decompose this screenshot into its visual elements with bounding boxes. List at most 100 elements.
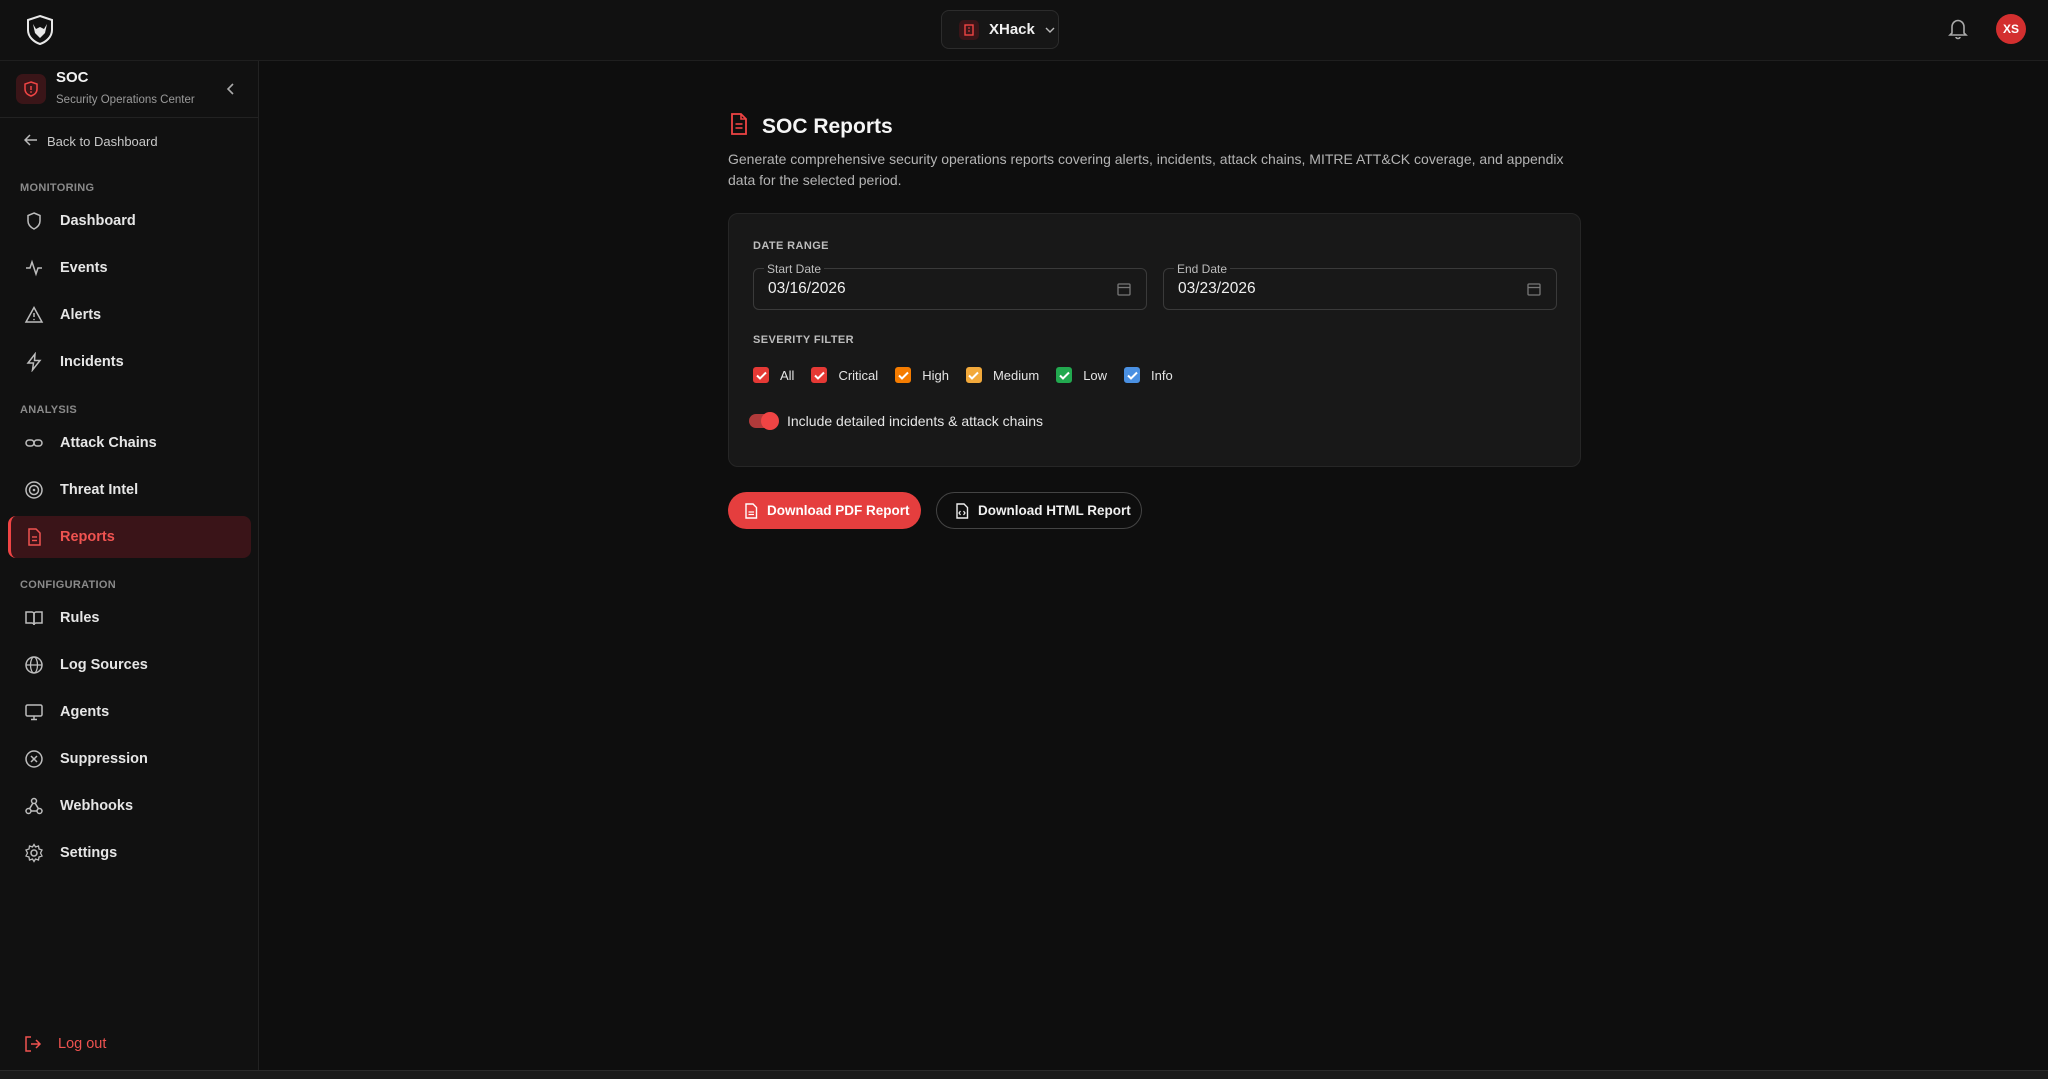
sidebar-item-label: Incidents bbox=[60, 354, 124, 370]
tenant-selector[interactable]: XHack bbox=[941, 10, 1059, 49]
sidebar-item-suppression[interactable]: Suppression bbox=[8, 738, 251, 780]
warning-triangle-icon bbox=[24, 305, 44, 323]
target-icon bbox=[25, 481, 43, 499]
chevron-left-icon[interactable] bbox=[222, 80, 240, 98]
sidebar-item-webhooks[interactable]: Webhooks bbox=[8, 785, 251, 827]
bell-icon[interactable] bbox=[1947, 17, 1969, 41]
severity-checkbox-low[interactable]: Low bbox=[1056, 367, 1107, 383]
back-to-dashboard-link[interactable]: Back to Dashboard bbox=[23, 134, 158, 149]
sidebar-item-label: Suppression bbox=[60, 751, 148, 767]
severity-checkbox-medium[interactable]: Medium bbox=[965, 367, 1040, 383]
building-icon bbox=[959, 19, 979, 40]
sidebar-item-label: Webhooks bbox=[60, 798, 134, 814]
webhook-icon bbox=[25, 797, 43, 815]
toggle-knob bbox=[761, 412, 779, 430]
lightning-icon bbox=[26, 352, 42, 372]
checkmark-icon[interactable] bbox=[811, 367, 828, 383]
start-date-field[interactable]: Start Date 03/16/2026 bbox=[753, 262, 1147, 310]
severity-label: All bbox=[780, 367, 795, 383]
severity-label: High bbox=[922, 367, 949, 383]
start-date-label: Start Date bbox=[764, 262, 825, 276]
severity-checkbox-all[interactable]: All bbox=[753, 367, 794, 383]
download-pdf-label: Download PDF Report bbox=[767, 503, 910, 518]
sidebar-item-label: Alerts bbox=[60, 307, 102, 323]
severity-label: Critical bbox=[838, 367, 879, 383]
activity-icon bbox=[26, 259, 42, 277]
file-code-icon bbox=[956, 502, 969, 519]
shield-alert-icon bbox=[16, 74, 46, 104]
sidebar-item-rules[interactable]: Rules bbox=[8, 597, 251, 639]
logout-icon bbox=[25, 1036, 42, 1052]
sidebar-header: SOC Security Operations Center bbox=[0, 61, 258, 118]
wolf-shield-logo-icon[interactable] bbox=[24, 14, 56, 46]
toggle-switch[interactable] bbox=[749, 412, 779, 430]
calendar-icon[interactable] bbox=[1116, 281, 1132, 297]
sidebar-item-label: Events bbox=[60, 260, 108, 276]
sidebar-item-log-sources[interactable]: Log Sources bbox=[8, 644, 251, 686]
severity-checkbox-high[interactable]: High bbox=[895, 367, 949, 383]
severity-checkbox-critical[interactable]: Critical bbox=[811, 367, 878, 383]
checkmark-icon[interactable] bbox=[895, 367, 912, 383]
severity-filter-group: All Critical High Medium Low Info bbox=[753, 367, 1190, 383]
sidebar-item-threat-intel[interactable]: Threat Intel bbox=[8, 469, 251, 511]
sidebar-item-label: Dashboard bbox=[60, 213, 136, 229]
toggle-label: Include detailed incidents & attack chai… bbox=[787, 413, 1044, 429]
checkmark-icon[interactable] bbox=[1056, 367, 1073, 383]
chevron-down-icon bbox=[1045, 21, 1055, 39]
download-html-button[interactable]: Download HTML Report bbox=[936, 492, 1142, 529]
checkmark-icon[interactable] bbox=[753, 367, 769, 383]
logout-button[interactable]: Log out bbox=[24, 1035, 106, 1053]
sidebar-item-agents[interactable]: Agents bbox=[8, 691, 251, 733]
checkmark-icon[interactable] bbox=[1124, 367, 1141, 383]
sidebar-item-alerts[interactable]: Alerts bbox=[8, 294, 251, 336]
sidebar-app-subtitle: Security Operations Center bbox=[56, 94, 195, 106]
page-title: SOC Reports bbox=[762, 114, 893, 138]
end-date-value: 03/23/2026 bbox=[1178, 280, 1256, 297]
severity-checkbox-info[interactable]: Info bbox=[1124, 367, 1173, 383]
download-html-label: Download HTML Report bbox=[978, 503, 1131, 518]
file-pdf-icon bbox=[745, 502, 758, 519]
globe-icon bbox=[25, 656, 43, 674]
checkmark-icon[interactable] bbox=[965, 367, 982, 383]
gear-icon bbox=[25, 843, 43, 863]
calendar-icon[interactable] bbox=[1526, 281, 1542, 297]
severity-label: Medium bbox=[992, 367, 1040, 383]
section-label-configuration: CONFIGURATION bbox=[20, 579, 116, 591]
sidebar-item-settings[interactable]: Settings bbox=[8, 832, 251, 874]
sidebar-item-dashboard[interactable]: Dashboard bbox=[8, 200, 251, 242]
sidebar-item-label: Threat Intel bbox=[60, 482, 139, 498]
sidebar: SOC Security Operations Center Back to D… bbox=[0, 61, 259, 1070]
sidebar-item-events[interactable]: Events bbox=[8, 247, 251, 289]
section-label-analysis: ANALYSIS bbox=[20, 404, 78, 416]
file-text-icon bbox=[728, 112, 750, 141]
sidebar-item-reports[interactable]: Reports bbox=[8, 516, 251, 558]
sidebar-item-incidents[interactable]: Incidents bbox=[8, 341, 251, 383]
sidebar-item-label: Reports bbox=[60, 529, 115, 545]
sidebar-item-label: Agents bbox=[60, 704, 110, 720]
monitor-icon bbox=[25, 704, 43, 721]
top-bar: XHack XS bbox=[0, 0, 2048, 61]
sidebar-item-label: Log Sources bbox=[60, 657, 148, 673]
x-circle-icon bbox=[25, 750, 43, 768]
date-range-label: DATE RANGE bbox=[753, 240, 829, 252]
start-date-value: 03/16/2026 bbox=[768, 280, 846, 297]
page-description: Generate comprehensive security operatio… bbox=[728, 151, 1564, 188]
avatar[interactable]: XS bbox=[1996, 14, 2026, 44]
sidebar-app-title: SOC bbox=[56, 69, 89, 86]
page-header: SOC Reports bbox=[728, 112, 893, 141]
sidebar-item-label: Settings bbox=[60, 845, 118, 861]
sidebar-item-label: Rules bbox=[60, 610, 100, 626]
sidebar-item-attack-chains[interactable]: Attack Chains bbox=[8, 422, 251, 464]
severity-label: Low bbox=[1083, 367, 1108, 383]
end-date-field[interactable]: End Date 03/23/2026 bbox=[1163, 262, 1557, 310]
include-details-toggle[interactable]: Include detailed incidents & attack chai… bbox=[749, 412, 1044, 430]
bottom-strip bbox=[0, 1070, 2048, 1079]
sidebar-item-label: Attack Chains bbox=[60, 435, 157, 451]
tenant-name: XHack bbox=[989, 21, 1035, 38]
report-settings-card: DATE RANGE Start Date 03/16/2026 End Dat… bbox=[728, 213, 1581, 467]
download-pdf-button[interactable]: Download PDF Report bbox=[728, 492, 921, 529]
end-date-label: End Date bbox=[1174, 262, 1231, 276]
severity-label: Info bbox=[1151, 367, 1173, 383]
file-text-icon bbox=[28, 528, 41, 546]
back-label: Back to Dashboard bbox=[47, 134, 158, 149]
